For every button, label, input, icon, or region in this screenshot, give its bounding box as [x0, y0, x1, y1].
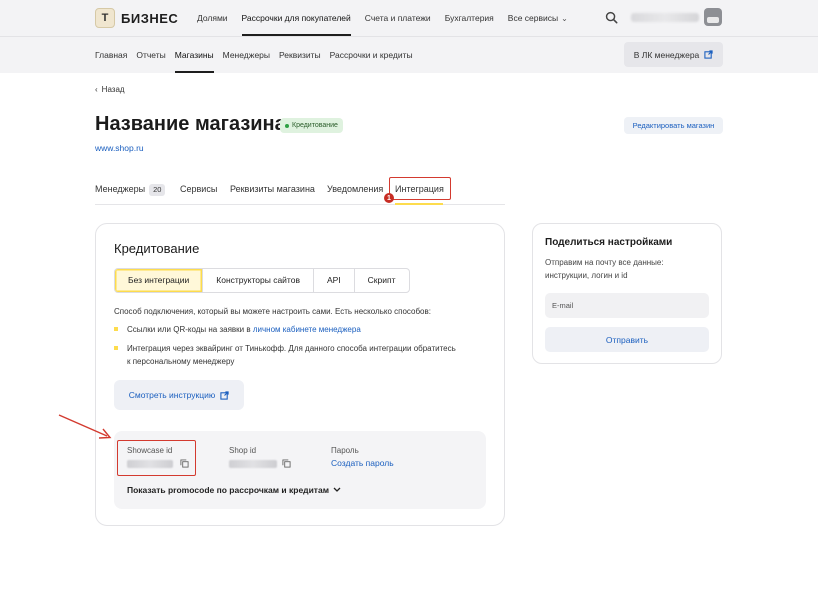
- top-header: Т БИЗНЕС Долями Рассрочки для покупателе…: [0, 0, 818, 73]
- top-nav-item-accounting[interactable]: Бухгалтерия: [438, 0, 501, 36]
- chevron-down-icon: [333, 487, 341, 492]
- show-promocode-toggle[interactable]: Показать promocode по рассрочкам и креди…: [127, 485, 341, 495]
- view-instruction-button[interactable]: Смотреть инструкцию: [114, 380, 244, 410]
- share-title: Поделиться настройками: [545, 237, 673, 248]
- annotation-arrow-icon: [58, 414, 112, 439]
- promo-label: Показать promocode по рассрочкам и креди…: [127, 485, 329, 495]
- logo-mark: Т: [95, 8, 115, 28]
- back-label: Назад: [101, 85, 125, 94]
- chevron-left-icon: ‹: [95, 85, 98, 94]
- manager-cabinet-link[interactable]: личном кабинете менеджера: [253, 325, 361, 334]
- logo[interactable]: Т БИЗНЕС: [95, 8, 178, 28]
- tab-notifications[interactable]: Уведомления: [327, 175, 383, 203]
- email-field[interactable]: [545, 293, 709, 318]
- bullet-icon: [114, 327, 118, 331]
- send-button[interactable]: Отправить: [545, 327, 709, 352]
- tab-managers[interactable]: Менеджеры 20: [95, 175, 166, 203]
- option-site-builders[interactable]: Конструкторы сайтов: [202, 269, 313, 292]
- share-description: Отправим на почту все данные: инструкции…: [545, 256, 715, 282]
- status-dot-icon: [285, 123, 289, 128]
- integration-tab-highlight: [389, 177, 451, 200]
- tab-shop-requisites[interactable]: Реквизиты магазина: [230, 175, 315, 203]
- bullet2-line1: Интеграция через эквайринг от Тинькофф. …: [127, 344, 456, 353]
- search-icon[interactable]: [605, 11, 618, 24]
- option-no-integration[interactable]: Без интеграции: [115, 269, 203, 292]
- integration-type-selector: Без интеграции Конструкторы сайтов API С…: [114, 268, 410, 293]
- password-label: Пароль: [331, 446, 359, 455]
- sub-nav-item-home[interactable]: Главная: [95, 37, 136, 73]
- sub-nav-item-managers[interactable]: Менеджеры: [223, 37, 279, 73]
- create-password-link[interactable]: Создать пароль: [331, 458, 394, 468]
- tab-managers-label: Менеджеры: [95, 184, 146, 194]
- share-desc-line1: Отправим на почту все данные:: [545, 258, 664, 267]
- sub-nav-item-reports[interactable]: Отчеты: [136, 37, 174, 73]
- top-nav-row: Т БИЗНЕС Долями Рассрочки для покупателе…: [0, 0, 818, 36]
- view-instruction-label: Смотреть инструкцию: [128, 390, 216, 400]
- active-tab-underline: [395, 203, 443, 205]
- step-marker: 1: [384, 193, 394, 203]
- tab-services[interactable]: Сервисы: [180, 175, 217, 203]
- chevron-down-icon: ⌄: [561, 14, 568, 23]
- external-link-icon: [704, 50, 713, 59]
- credit-title: Кредитование: [114, 241, 200, 256]
- bullet1-text: Ссылки или QR-коды на заявки в: [127, 325, 253, 334]
- manager-cabinet-label: В ЛК менеджера: [633, 49, 700, 60]
- top-nav-all-services-label: Все сервисы: [507, 13, 559, 23]
- external-link-icon: [220, 390, 229, 400]
- bullet-icon: [114, 346, 118, 350]
- share-desc-line2: инструкции, логин и id: [545, 271, 628, 280]
- user-name-blurred[interactable]: [631, 13, 699, 22]
- logo-text: БИЗНЕС: [121, 10, 179, 26]
- copy-icon[interactable]: [282, 459, 291, 468]
- status-badge-label: Кредитование: [292, 122, 338, 129]
- tab-managers-count: 20: [149, 184, 166, 196]
- sub-nav-item-installments-credits[interactable]: Рассрочки и кредиты: [330, 37, 422, 73]
- bullet2-line2: к персональному менеджеру: [127, 357, 235, 366]
- edit-shop-button[interactable]: Редактировать магазин: [624, 117, 723, 134]
- list-item: Ссылки или QR-коды на заявки в личном ка…: [114, 323, 361, 336]
- sub-nav: Главная Отчеты Магазины Менеджеры Реквиз…: [95, 37, 422, 73]
- manager-cabinet-button[interactable]: В ЛК менеджера: [624, 42, 723, 67]
- top-nav-item-payments[interactable]: Счета и платежи: [358, 0, 438, 36]
- top-nav: Долями Рассрочки для покупателей Счета и…: [190, 0, 575, 36]
- top-nav-item-all-services[interactable]: Все сервисы ⌄: [501, 0, 575, 36]
- shop-site-link[interactable]: www.shop.ru: [95, 143, 144, 153]
- status-badge: Кредитование: [280, 118, 343, 133]
- list-item: Интеграция через эквайринг от Тинькофф. …: [114, 342, 456, 368]
- option-script[interactable]: Скрипт: [353, 269, 409, 292]
- option-api[interactable]: API: [312, 269, 354, 292]
- integration-description: Способ подключения, который вы можете на…: [114, 307, 431, 316]
- avatar[interactable]: [704, 8, 722, 26]
- shop-id-label: Shop id: [229, 446, 257, 455]
- page-title: Название магазина: [95, 113, 286, 135]
- showcase-id-highlight: [117, 440, 196, 476]
- top-nav-item-dolyami[interactable]: Долями: [190, 0, 235, 36]
- shop-id-value-blurred: [229, 460, 277, 468]
- back-link[interactable]: ‹ Назад: [95, 85, 125, 94]
- top-nav-item-installments[interactable]: Рассрочки для покупателей: [235, 0, 358, 36]
- sub-nav-item-shops[interactable]: Магазины: [174, 37, 223, 73]
- sub-nav-item-requisites[interactable]: Реквизиты: [279, 37, 330, 73]
